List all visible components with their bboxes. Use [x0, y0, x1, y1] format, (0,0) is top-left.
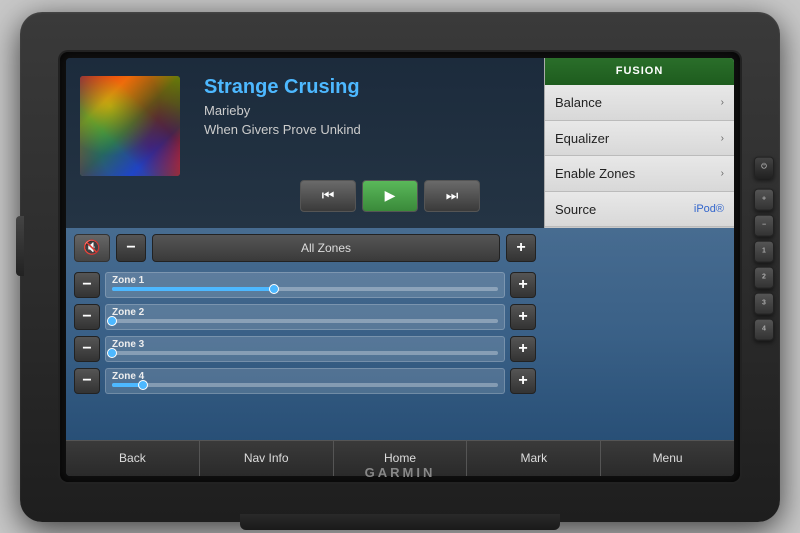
zone4-slider-track	[112, 383, 498, 387]
zone1-label: Zone 1	[112, 275, 144, 286]
device-stand	[240, 514, 560, 530]
menu-item-source[interactable]: Source iPod®	[545, 192, 734, 228]
album-art-image	[80, 76, 180, 176]
power-button[interactable]: ⏻	[754, 156, 774, 178]
garmin-logo: GARMIN	[365, 465, 436, 480]
nav-info-button[interactable]: Nav Info	[200, 441, 334, 476]
zone3-slider-thumb[interactable]	[107, 348, 117, 358]
screen-top: Strange Crusing Marieby When Givers Prov…	[66, 58, 734, 228]
screen-bottom: 🔇 − All Zones + − Zone 1	[66, 228, 734, 440]
zone3-minus-button[interactable]: −	[74, 336, 100, 362]
zone3-plus-button[interactable]: +	[510, 336, 536, 362]
zone3-label: Zone 3	[112, 339, 144, 350]
zone-row-3: − Zone 3 +	[74, 333, 536, 365]
zone4-plus-button[interactable]: +	[510, 368, 536, 394]
zone2-slider-track	[112, 319, 498, 323]
minus-button[interactable]: −	[754, 214, 774, 236]
fusion-panel: FUSION Balance › Equalizer › Enable Zone…	[544, 58, 734, 228]
nav-mark-button[interactable]: Mark	[467, 441, 601, 476]
fusion-header: FUSION	[545, 58, 734, 86]
all-zones-minus-button[interactable]: −	[116, 234, 146, 262]
screen: Strange Crusing Marieby When Givers Prov…	[66, 58, 734, 476]
num3-button[interactable]: 3	[754, 292, 774, 314]
zone-rows: − Zone 1 + − Zone 2 + − Zone 3	[74, 269, 536, 397]
zone2-track: Zone 2	[105, 304, 505, 330]
prev-button[interactable]: ⏮	[300, 180, 356, 212]
mute-button[interactable]: 🔇	[74, 234, 110, 262]
play-button[interactable]: ▶	[362, 180, 418, 212]
zone2-minus-button[interactable]: −	[74, 304, 100, 330]
num1-button[interactable]: 1	[754, 240, 774, 262]
zone1-minus-button[interactable]: −	[74, 272, 100, 298]
zone1-slider-thumb[interactable]	[269, 284, 279, 294]
num2-button[interactable]: 2	[754, 266, 774, 288]
plus-button[interactable]: +	[754, 188, 774, 210]
zone2-label: Zone 2	[112, 307, 144, 318]
all-zones-plus-button[interactable]: +	[506, 234, 536, 262]
next-button[interactable]: ⏭	[424, 180, 480, 212]
zone1-track: Zone 1	[105, 272, 505, 298]
all-zones-row: 🔇 − All Zones +	[74, 234, 536, 262]
menu-item-enable-zones[interactable]: Enable Zones ›	[545, 156, 734, 192]
left-bumper	[16, 216, 24, 276]
zone1-slider-fill	[112, 287, 274, 291]
all-zones-label: All Zones	[152, 234, 500, 262]
screen-bezel: Strange Crusing Marieby When Givers Prov…	[60, 52, 740, 482]
zone4-slider-thumb[interactable]	[138, 380, 148, 390]
num4-button[interactable]: 4	[754, 318, 774, 340]
zone2-plus-button[interactable]: +	[510, 304, 536, 330]
menu-item-equalizer[interactable]: Equalizer ›	[545, 121, 734, 157]
zone3-slider-track	[112, 351, 498, 355]
zone-row-1: − Zone 1 +	[74, 269, 536, 301]
zone2-slider-thumb[interactable]	[107, 316, 117, 326]
mute-icon: 🔇	[83, 239, 100, 256]
playback-controls: ⏮ ▶ ⏭	[300, 180, 480, 212]
zone3-track: Zone 3	[105, 336, 505, 362]
nav-menu-button[interactable]: Menu	[601, 441, 734, 476]
right-button-group: ⏻ + − 1 2 3 4	[754, 156, 774, 340]
garmin-device: ⏻ + − 1 2 3 4	[20, 12, 780, 522]
menu-item-balance[interactable]: Balance ›	[545, 85, 734, 121]
zone1-plus-button[interactable]: +	[510, 272, 536, 298]
zone4-minus-button[interactable]: −	[74, 368, 100, 394]
zone1-slider-track	[112, 287, 498, 291]
zone-row-2: − Zone 2 +	[74, 301, 536, 333]
zone-row-4: − Zone 4 +	[74, 365, 536, 397]
album-art	[80, 76, 180, 176]
volume-overlay: 🔇 − All Zones + − Zone 1	[66, 228, 544, 440]
zone4-track: Zone 4	[105, 368, 505, 394]
nav-back-button[interactable]: Back	[66, 441, 200, 476]
